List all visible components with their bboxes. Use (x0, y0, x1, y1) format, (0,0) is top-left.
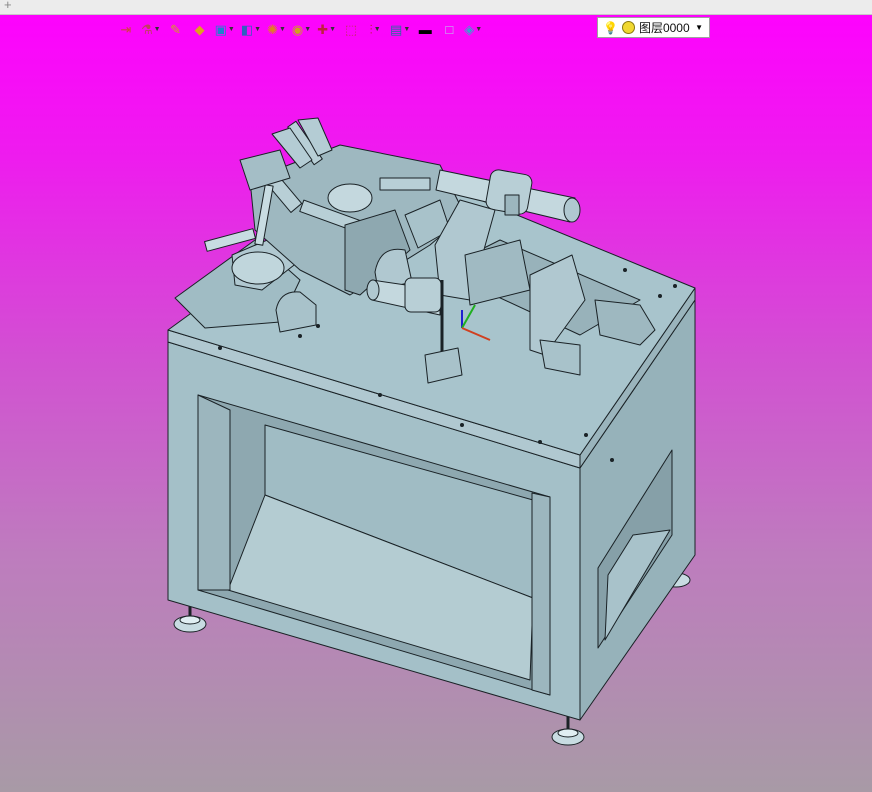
central-hub (327, 183, 373, 213)
machine-3d-model[interactable] (0, 0, 872, 792)
frame-inner-left-post (197, 394, 231, 591)
rotary-turret-disc (231, 251, 285, 285)
3d-viewport[interactable]: + ⇥ ⚗ ▼ ✎ ◆ ▣ ▼ ◧ ▼ ✺ ▼ ◉ ▼ ✚ ▼ ⬚ ⫶ ▼ ▤ ▼ ▬ □ ◈ ▼ 💡 图层0000 ▼ (0, 0, 872, 792)
frame-inner-right-post (531, 492, 551, 696)
